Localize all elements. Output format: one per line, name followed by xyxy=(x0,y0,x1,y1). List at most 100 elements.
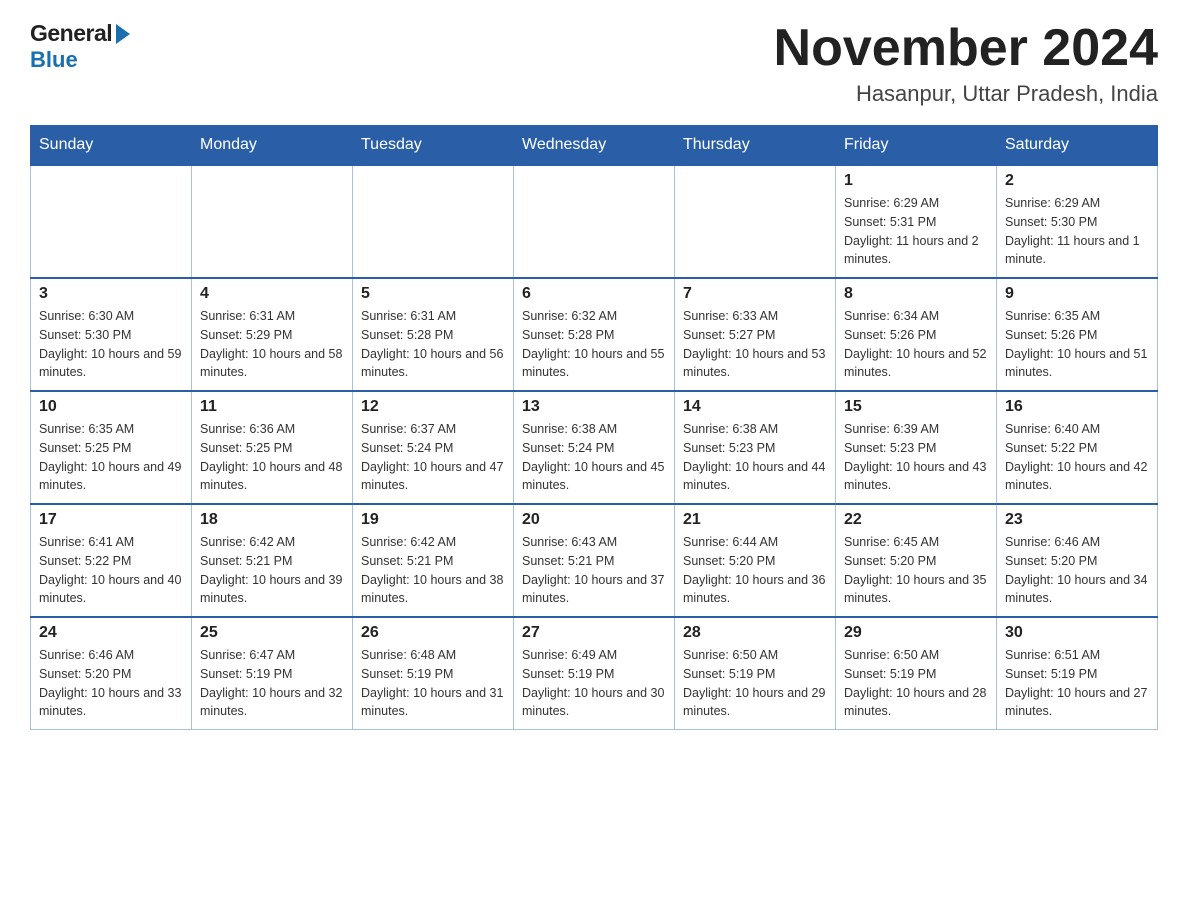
day-number: 29 xyxy=(844,624,988,642)
day-info: Sunrise: 6:29 AMSunset: 5:31 PMDaylight:… xyxy=(844,194,988,269)
day-header-saturday: Saturday xyxy=(997,126,1158,166)
day-number: 8 xyxy=(844,285,988,303)
day-number: 21 xyxy=(683,511,827,529)
calendar-body: 1Sunrise: 6:29 AMSunset: 5:31 PMDaylight… xyxy=(31,165,1158,730)
calendar-cell: 20 Sunrise: 6:43 AMSunset: 5:21 PMDayligh… xyxy=(514,504,675,617)
calendar-cell: 21 Sunrise: 6:44 AMSunset: 5:20 PMDayligh… xyxy=(675,504,836,617)
day-number: 26 xyxy=(361,624,505,642)
calendar-cell: 7 Sunrise: 6:33 AMSunset: 5:27 PMDaylight… xyxy=(675,278,836,391)
logo: General Blue xyxy=(30,20,132,73)
days-of-week-row: SundayMondayTuesdayWednesdayThursdayFrid… xyxy=(31,126,1158,166)
day-number: 22 xyxy=(844,511,988,529)
calendar-cell: 2Sunrise: 6:29 AMSunset: 5:30 PMDaylight… xyxy=(997,165,1158,278)
day-info: Sunrise: 6:42 AMSunset: 5:21 PMDaylight:… xyxy=(361,533,505,608)
day-info: Sunrise: 6:49 AMSunset: 5:19 PMDaylight:… xyxy=(522,646,666,721)
day-number: 15 xyxy=(844,398,988,416)
day-info: Sunrise: 6:46 AMSunset: 5:20 PMDaylight:… xyxy=(1005,533,1149,608)
calendar-cell: 9 Sunrise: 6:35 AMSunset: 5:26 PMDaylight… xyxy=(997,278,1158,391)
day-number: 18 xyxy=(200,511,344,529)
day-info: Sunrise: 6:38 AMSunset: 5:23 PMDaylight:… xyxy=(683,420,827,495)
day-header-sunday: Sunday xyxy=(31,126,192,166)
day-info: Sunrise: 6:50 AMSunset: 5:19 PMDaylight:… xyxy=(844,646,988,721)
day-info: Sunrise: 6:36 AMSunset: 5:25 PMDaylight:… xyxy=(200,420,344,495)
week-row-1: 3 Sunrise: 6:30 AMSunset: 5:30 PMDaylight… xyxy=(31,278,1158,391)
day-info: Sunrise: 6:46 AMSunset: 5:20 PMDaylight:… xyxy=(39,646,183,721)
day-number: 14 xyxy=(683,398,827,416)
day-info: Sunrise: 6:33 AMSunset: 5:27 PMDaylight:… xyxy=(683,307,827,382)
day-info: Sunrise: 6:44 AMSunset: 5:20 PMDaylight:… xyxy=(683,533,827,608)
calendar-cell: 11 Sunrise: 6:36 AMSunset: 5:25 PMDayligh… xyxy=(192,391,353,504)
logo-general-text: General xyxy=(30,20,112,47)
day-number: 20 xyxy=(522,511,666,529)
day-number: 11 xyxy=(200,398,344,416)
day-info: Sunrise: 6:34 AMSunset: 5:26 PMDaylight:… xyxy=(844,307,988,382)
day-info: Sunrise: 6:35 AMSunset: 5:26 PMDaylight:… xyxy=(1005,307,1149,382)
day-info: Sunrise: 6:35 AMSunset: 5:25 PMDaylight:… xyxy=(39,420,183,495)
calendar-cell xyxy=(353,165,514,278)
day-info: Sunrise: 6:30 AMSunset: 5:30 PMDaylight:… xyxy=(39,307,183,382)
day-number: 16 xyxy=(1005,398,1149,416)
day-info: Sunrise: 6:37 AMSunset: 5:24 PMDaylight:… xyxy=(361,420,505,495)
week-row-0: 1Sunrise: 6:29 AMSunset: 5:31 PMDaylight… xyxy=(31,165,1158,278)
calendar-cell xyxy=(31,165,192,278)
calendar-header: SundayMondayTuesdayWednesdayThursdayFrid… xyxy=(31,126,1158,166)
day-number: 12 xyxy=(361,398,505,416)
calendar-cell: 6 Sunrise: 6:32 AMSunset: 5:28 PMDaylight… xyxy=(514,278,675,391)
day-info: Sunrise: 6:43 AMSunset: 5:21 PMDaylight:… xyxy=(522,533,666,608)
calendar-cell: 25 Sunrise: 6:47 AMSunset: 5:19 PMDayligh… xyxy=(192,617,353,730)
day-info: Sunrise: 6:39 AMSunset: 5:23 PMDaylight:… xyxy=(844,420,988,495)
day-number: 9 xyxy=(1005,285,1149,303)
day-number: 7 xyxy=(683,285,827,303)
calendar-cell xyxy=(675,165,836,278)
calendar-cell: 22Sunrise: 6:45 AMSunset: 5:20 PMDayligh… xyxy=(836,504,997,617)
calendar-cell xyxy=(192,165,353,278)
month-title: November 2024 xyxy=(774,20,1158,77)
calendar-cell: 12 Sunrise: 6:37 AMSunset: 5:24 PMDayligh… xyxy=(353,391,514,504)
logo-arrow-icon xyxy=(116,24,130,44)
calendar-cell: 1Sunrise: 6:29 AMSunset: 5:31 PMDaylight… xyxy=(836,165,997,278)
calendar-cell: 24Sunrise: 6:46 AMSunset: 5:20 PMDayligh… xyxy=(31,617,192,730)
day-number: 27 xyxy=(522,624,666,642)
calendar-cell: 16 Sunrise: 6:40 AMSunset: 5:22 PMDayligh… xyxy=(997,391,1158,504)
day-header-friday: Friday xyxy=(836,126,997,166)
day-info: Sunrise: 6:32 AMSunset: 5:28 PMDaylight:… xyxy=(522,307,666,382)
calendar-cell: 26Sunrise: 6:48 AMSunset: 5:19 PMDayligh… xyxy=(353,617,514,730)
week-row-2: 10Sunrise: 6:35 AMSunset: 5:25 PMDayligh… xyxy=(31,391,1158,504)
calendar-cell: 18 Sunrise: 6:42 AMSunset: 5:21 PMDayligh… xyxy=(192,504,353,617)
day-number: 25 xyxy=(200,624,344,642)
day-info: Sunrise: 6:47 AMSunset: 5:19 PMDaylight:… xyxy=(200,646,344,721)
day-number: 5 xyxy=(361,285,505,303)
location-subtitle: Hasanpur, Uttar Pradesh, India xyxy=(774,81,1158,107)
calendar-cell: 28 Sunrise: 6:50 AMSunset: 5:19 PMDayligh… xyxy=(675,617,836,730)
calendar-cell: 23 Sunrise: 6:46 AMSunset: 5:20 PMDayligh… xyxy=(997,504,1158,617)
calendar-cell: 14 Sunrise: 6:38 AMSunset: 5:23 PMDayligh… xyxy=(675,391,836,504)
day-info: Sunrise: 6:40 AMSunset: 5:22 PMDaylight:… xyxy=(1005,420,1149,495)
calendar-cell: 27 Sunrise: 6:49 AMSunset: 5:19 PMDayligh… xyxy=(514,617,675,730)
day-info: Sunrise: 6:51 AMSunset: 5:19 PMDaylight:… xyxy=(1005,646,1149,721)
calendar-cell: 19Sunrise: 6:42 AMSunset: 5:21 PMDayligh… xyxy=(353,504,514,617)
calendar-cell: 17Sunrise: 6:41 AMSunset: 5:22 PMDayligh… xyxy=(31,504,192,617)
calendar-cell xyxy=(514,165,675,278)
day-number: 13 xyxy=(522,398,666,416)
calendar-cell: 10Sunrise: 6:35 AMSunset: 5:25 PMDayligh… xyxy=(31,391,192,504)
calendar-cell: 4Sunrise: 6:31 AMSunset: 5:29 PMDaylight… xyxy=(192,278,353,391)
calendar-cell: 13Sunrise: 6:38 AMSunset: 5:24 PMDayligh… xyxy=(514,391,675,504)
day-number: 6 xyxy=(522,285,666,303)
day-info: Sunrise: 6:50 AMSunset: 5:19 PMDaylight:… xyxy=(683,646,827,721)
day-number: 23 xyxy=(1005,511,1149,529)
day-header-thursday: Thursday xyxy=(675,126,836,166)
logo-blue-text: Blue xyxy=(30,47,78,73)
day-number: 28 xyxy=(683,624,827,642)
day-info: Sunrise: 6:29 AMSunset: 5:30 PMDaylight:… xyxy=(1005,194,1149,269)
calendar-cell: 30 Sunrise: 6:51 AMSunset: 5:19 PMDayligh… xyxy=(997,617,1158,730)
calendar-cell: 5Sunrise: 6:31 AMSunset: 5:28 PMDaylight… xyxy=(353,278,514,391)
week-row-3: 17Sunrise: 6:41 AMSunset: 5:22 PMDayligh… xyxy=(31,504,1158,617)
header: General Blue November 2024 Hasanpur, Utt… xyxy=(30,20,1158,107)
day-info: Sunrise: 6:42 AMSunset: 5:21 PMDaylight:… xyxy=(200,533,344,608)
day-header-monday: Monday xyxy=(192,126,353,166)
day-number: 4 xyxy=(200,285,344,303)
day-header-wednesday: Wednesday xyxy=(514,126,675,166)
week-row-4: 24Sunrise: 6:46 AMSunset: 5:20 PMDayligh… xyxy=(31,617,1158,730)
day-number: 30 xyxy=(1005,624,1149,642)
day-number: 3 xyxy=(39,285,183,303)
